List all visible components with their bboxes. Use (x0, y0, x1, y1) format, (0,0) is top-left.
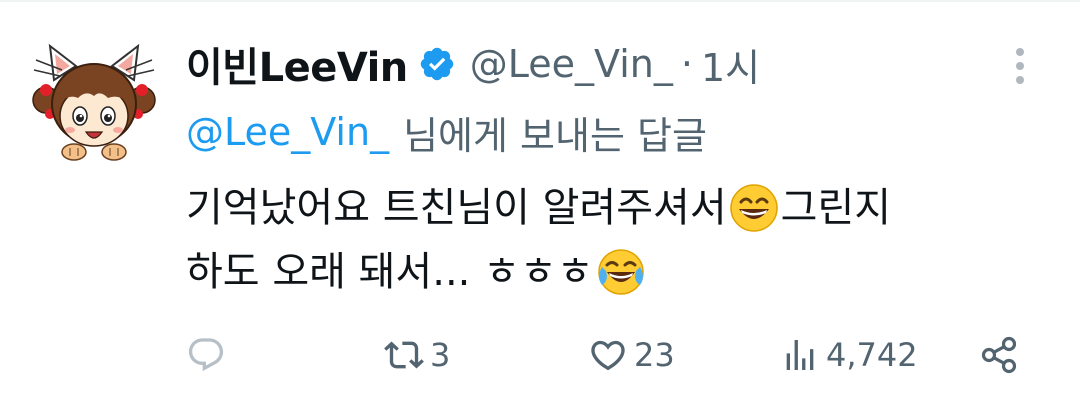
avatar[interactable] (32, 40, 156, 164)
share-icon (980, 335, 1020, 375)
tweet[interactable]: 이빈LeeVin @Lee_Vin_ · 1시 @Lee_Vin_ 님에게 보내… (0, 0, 1080, 406)
more-dot-icon (1016, 76, 1024, 84)
tweet-text-line: 하도 오래 돼서... ㅎㅎㅎ (186, 240, 1006, 304)
heart-icon (588, 335, 628, 375)
reply-suffix: 님에게 보내는 답글 (403, 113, 707, 158)
reply-context: @Lee_Vin_ 님에게 보내는 답글 (186, 106, 707, 158)
tweet-header: 이빈LeeVin @Lee_Vin_ · 1시 (186, 36, 760, 92)
separator-dot: · (680, 42, 693, 86)
more-dot-icon (1016, 62, 1024, 70)
like-count: 23 (634, 336, 675, 374)
share-button[interactable] (980, 330, 1020, 380)
tweet-text-segment: 그린지 (780, 185, 892, 231)
reply-icon (186, 335, 226, 375)
tweet-text-segment: 하도 오래 돼서... ㅎㅎㅎ (186, 249, 594, 295)
tweet-text-segment: 기억났어요 트친님이 알려주셔서 (186, 185, 727, 231)
timestamp[interactable]: 1시 (701, 37, 760, 92)
tweet-text: 기억났어요 트친님이 알려주셔서 그린지 하도 오래 돼서... ㅎㅎㅎ (186, 176, 1006, 304)
display-name[interactable]: 이빈LeeVin (186, 35, 408, 93)
like-button[interactable]: 23 (588, 330, 675, 380)
more-dot-icon (1016, 48, 1024, 56)
retweet-count: 3 (430, 336, 451, 374)
analytics-icon (780, 335, 820, 375)
retweet-icon (384, 335, 424, 375)
tweet-text-line: 기억났어요 트친님이 알려주셔서 그린지 (186, 176, 1006, 240)
tears-of-joy-emoji-icon (596, 247, 646, 297)
more-options-button[interactable] (1008, 44, 1032, 88)
views-button[interactable]: 4,742 (780, 330, 918, 380)
action-bar: 3 23 4,742 (186, 330, 1036, 380)
views-count: 4,742 (826, 336, 918, 374)
reply-mention-link[interactable]: @Lee_Vin_ (186, 110, 389, 154)
retweet-button[interactable]: 3 (384, 330, 450, 380)
verified-badge-icon (418, 45, 456, 83)
reply-button[interactable] (186, 330, 232, 380)
handle[interactable]: @Lee_Vin_ (470, 42, 673, 86)
grinning-face-emoji-icon (729, 183, 779, 233)
